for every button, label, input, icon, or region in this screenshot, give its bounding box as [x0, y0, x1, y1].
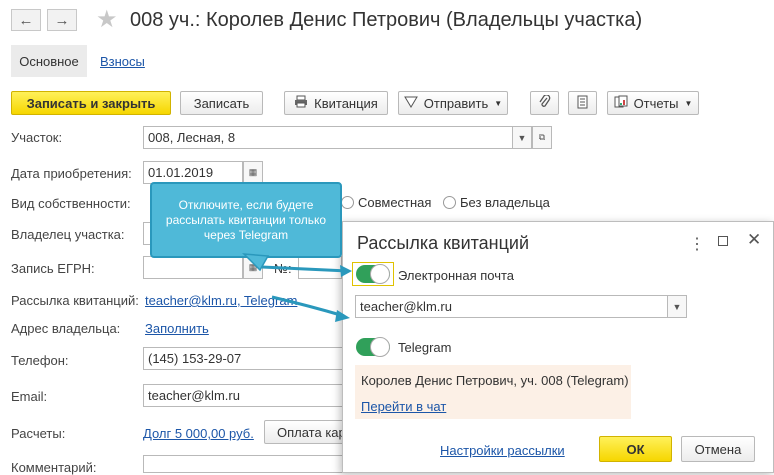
payments-label: Расчеты:	[11, 426, 66, 441]
save-close-button[interactable]: Записать и закрыть	[11, 91, 171, 115]
reports-button[interactable]: Отчеты ▼	[607, 91, 699, 115]
dialog-title: Рассылка квитанций	[357, 233, 530, 253]
document-list-button[interactable]	[568, 91, 597, 115]
arrow-left-icon: ←	[18, 11, 34, 29]
egrn-calendar-button[interactable]: ▦	[243, 256, 263, 279]
maximize-icon[interactable]	[718, 236, 728, 246]
send-icon	[403, 96, 418, 111]
plot-dropdown-button[interactable]: ▼	[512, 126, 532, 149]
email-label: Email:	[11, 389, 48, 404]
chevron-down-icon: ▼	[517, 132, 527, 143]
page-title: 008 уч.: Королев Денис Петрович (Владель…	[130, 9, 643, 31]
acquisition-date-field[interactable]: 01.01.2019	[143, 161, 243, 184]
phone-field[interactable]: (145) 153-29-07	[143, 347, 343, 370]
owner-label: Владелец участка:	[11, 227, 125, 242]
telegram-toggle[interactable]	[356, 337, 390, 357]
ownership-label: Вид собственности:	[11, 196, 131, 211]
plot-open-button[interactable]: ⧉	[532, 126, 552, 149]
chevron-down-icon: ▼	[684, 98, 693, 108]
send-label: Отправить	[423, 95, 489, 111]
phone-label: Телефон:	[11, 353, 69, 368]
ownership-none-label: Без владельца	[460, 195, 550, 210]
reports-label: Отчеты	[633, 95, 679, 111]
open-icon: ⧉	[538, 132, 546, 142]
egrn-label: Запись ЕГРН:	[11, 261, 95, 276]
reports-icon	[614, 95, 628, 111]
chevron-down-icon: ▼	[494, 98, 503, 108]
open-chat-link[interactable]: Перейти в чат	[361, 399, 446, 414]
calendar-icon: ▦	[248, 262, 258, 272]
receipt-label: Квитанция	[314, 95, 378, 111]
mailing-settings-link[interactable]: Настройки рассылки	[440, 443, 565, 458]
arrow-right-icon: →	[54, 11, 70, 29]
egrn-number-label: №:	[274, 261, 292, 276]
plot-field[interactable]: 008, Лесная, 8	[143, 126, 513, 149]
more-icon[interactable]: ⋮	[689, 234, 705, 254]
egrn-number-field[interactable]	[298, 256, 342, 279]
email-field[interactable]: teacher@klm.ru	[143, 384, 343, 407]
toggle-knob	[370, 337, 390, 357]
comment-field[interactable]	[143, 455, 343, 473]
address-label: Адрес владельца:	[11, 321, 121, 336]
plot-label: Участок:	[11, 130, 63, 145]
radio-icon	[443, 196, 456, 209]
ownership-joint-option[interactable]: Совместная	[341, 195, 431, 210]
telegram-contact-text: Королев Денис Петрович, уч. 008 (Telegra…	[361, 373, 629, 388]
back-button[interactable]: ←	[11, 9, 41, 31]
mailing-link[interactable]: teacher@klm.ru, Telegram	[145, 293, 297, 308]
save-button[interactable]: Записать	[180, 91, 263, 115]
address-fill-link[interactable]: Заполнить	[145, 321, 209, 336]
mailing-label: Рассылка квитанций:	[11, 293, 139, 308]
cancel-button[interactable]: Отмена	[681, 436, 755, 462]
pay-card-button[interactable]: Оплата кар	[264, 420, 344, 444]
acquisition-date-label: Дата приобретения:	[11, 166, 132, 181]
email-toggle[interactable]	[356, 264, 390, 284]
ok-button[interactable]: ОК	[599, 436, 672, 462]
paperclip-icon	[538, 93, 551, 112]
send-button[interactable]: Отправить ▼	[398, 91, 508, 115]
attach-button[interactable]	[530, 91, 559, 115]
receipt-button[interactable]: Квитанция	[284, 91, 388, 115]
dialog-email-dropdown[interactable]: ▼	[667, 295, 687, 318]
hint-callout: Отключите, если будете рассылать квитанц…	[150, 182, 342, 258]
forward-button[interactable]: →	[47, 9, 77, 31]
dialog-email-field[interactable]: teacher@klm.ru	[355, 295, 669, 318]
close-icon[interactable]: ✕	[747, 230, 761, 250]
document-icon	[577, 95, 588, 112]
star-icon[interactable]: ★	[96, 5, 118, 34]
tab-main[interactable]: Основное	[11, 45, 87, 77]
calendar-button[interactable]: ▦	[243, 161, 263, 184]
calendar-icon: ▦	[248, 167, 258, 177]
email-toggle-label: Электронная почта	[398, 268, 515, 283]
debt-link[interactable]: Долг 5 000,00 руб.	[143, 426, 254, 441]
toggle-knob	[370, 264, 390, 284]
hint-text: Отключите, если будете рассылать квитанц…	[165, 197, 327, 242]
tab-fees[interactable]: Взносы	[100, 54, 145, 69]
radio-icon	[341, 196, 354, 209]
printer-icon	[294, 95, 308, 111]
mailing-dialog: Рассылка квитанций ⋮ ✕ Электронная почта…	[342, 221, 774, 473]
telegram-info-panel: Королев Денис Петрович, уч. 008 (Telegra…	[355, 365, 631, 419]
ownership-joint-label: Совместная	[358, 195, 432, 210]
egrn-date-field[interactable]	[143, 256, 243, 279]
chevron-down-icon: ▼	[672, 301, 682, 312]
telegram-label: Telegram	[398, 340, 452, 355]
ownership-none-option[interactable]: Без владельца	[443, 195, 550, 210]
